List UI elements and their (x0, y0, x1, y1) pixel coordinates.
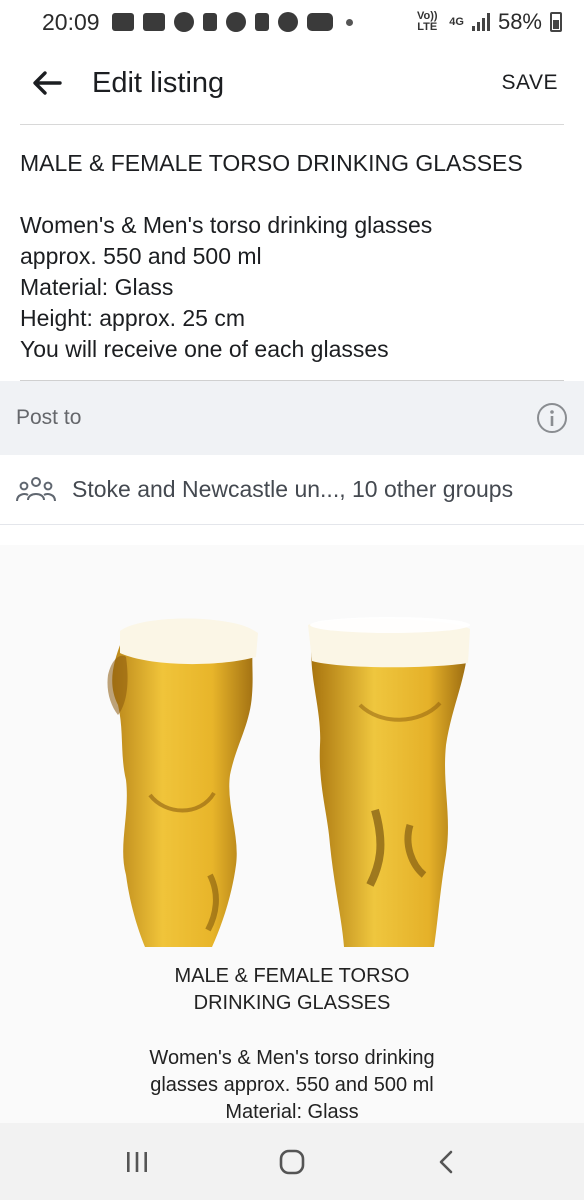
listing-photo[interactable]: MALE & FEMALE TORSO DRINKING GLASSES Wom… (0, 545, 584, 1123)
photo-caption-line: Women's & Men's torso drinking (149, 1047, 435, 1069)
home-icon (279, 1149, 305, 1174)
description-line: Height: approx. 25 cm (20, 305, 246, 331)
photo-caption-line: DRINKING GLASSES (193, 992, 391, 1014)
description-line: approx. 550 and 500 ml (20, 243, 262, 269)
male-torso-glass (308, 617, 470, 947)
back-button[interactable] (427, 1142, 467, 1182)
more-notifications-icon (345, 18, 353, 26)
tiktok-icon-2 (254, 13, 269, 31)
torso-glasses-image (107, 617, 470, 947)
app-bar: Edit listing SAVE (0, 48, 584, 118)
signal-icon (471, 13, 490, 31)
back-arrow-svg (33, 71, 62, 95)
post-to-groups-row[interactable]: Stoke and Newcastle un..., 10 other grou… (0, 455, 584, 525)
message-icon (111, 13, 134, 31)
photo-caption-line: glasses approx. 550 and 500 ml (150, 1074, 434, 1096)
home-button[interactable] (272, 1142, 312, 1182)
page-title: Edit listing (92, 66, 225, 99)
youtube-icon (306, 13, 333, 31)
photo-caption-line: Material: Glass (225, 1101, 359, 1123)
photo-caption-body: Women's & Men's torso drinking glasses a… (0, 1045, 584, 1123)
post-to-label: Post to (16, 406, 82, 429)
threads-icon (225, 12, 246, 32)
photo-caption-title: MALE & FEMALE TORSO DRINKING GLASSES (0, 963, 584, 1017)
facebook-icon (173, 12, 194, 32)
groups-text: Stoke and Newcastle un..., 10 other grou… (72, 476, 514, 502)
info-icon[interactable] (536, 402, 568, 434)
chat-icon (142, 13, 165, 31)
back-chevron-icon (439, 1150, 452, 1173)
recent-apps-button[interactable] (117, 1142, 157, 1182)
listing-description-field[interactable]: MALE & FEMALE TORSO DRINKING GLASSES Wom… (20, 148, 564, 365)
photo-caption-line: MALE & FEMALE TORSO (174, 965, 410, 987)
recent-apps-icon (127, 1151, 148, 1172)
status-time: 20:09 (42, 8, 100, 35)
listing-title: MALE & FEMALE TORSO DRINKING GLASSES (20, 150, 523, 176)
system-nav-bar (0, 1123, 584, 1200)
divider (20, 124, 564, 125)
battery-icon (550, 12, 562, 32)
post-to-header: Post to (0, 381, 584, 455)
tiktok-icon (202, 13, 217, 31)
snapchat-icon (277, 12, 298, 32)
battery-percent: 58% (497, 9, 542, 34)
description-line: You will receive one of each glasses (20, 336, 389, 362)
notification-icons (111, 12, 353, 32)
description-line: Material: Glass (20, 274, 174, 300)
female-torso-glass (107, 618, 258, 947)
network-type: 4G (449, 15, 464, 28)
back-arrow-icon[interactable] (30, 66, 64, 100)
description-line: Women's & Men's torso drinking glasses (20, 212, 433, 238)
lte-indicator: Vo)) LTE (416, 10, 438, 33)
save-button[interactable]: SAVE (502, 71, 558, 95)
groups-icon (16, 476, 56, 501)
status-bar: 20:09 Vo)) LTE 4G 58% (0, 0, 584, 44)
status-right: Vo)) LTE 4G 58% (413, 9, 562, 35)
